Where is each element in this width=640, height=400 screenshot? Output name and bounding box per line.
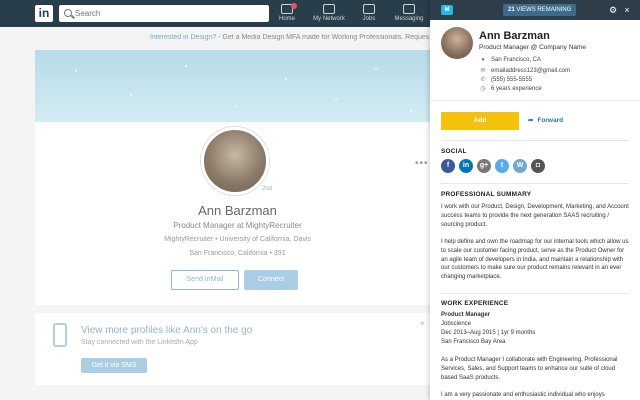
divider xyxy=(441,183,629,184)
profile-banner xyxy=(35,50,440,122)
views-remaining-badge: 21 VIEWS REMAINING xyxy=(503,4,577,16)
close-icon[interactable]: × xyxy=(420,319,425,328)
forward-arrow-icon: ➦ xyxy=(528,117,534,124)
email-text[interactable]: emailaddress123@gmail.com xyxy=(491,68,570,74)
profile-headline: Product Manager at MightyRecruiter xyxy=(173,221,302,230)
messaging-icon xyxy=(403,4,415,14)
extension-logo-icon: M xyxy=(441,5,453,15)
divider xyxy=(441,140,629,141)
add-button[interactable]: Add xyxy=(441,112,519,130)
profile-card: 2nd ••• Ann Barzman Product Manager at M… xyxy=(35,50,440,305)
contact-location: ● San Francisco, CA xyxy=(479,57,541,63)
phone-icon: ✆ xyxy=(480,77,486,83)
jobs-icon xyxy=(363,4,375,14)
job-title: Product Manager xyxy=(441,312,491,318)
work-heading: WORK EXPERIENCE xyxy=(441,300,509,307)
nav-jobs-label: Jobs xyxy=(362,16,376,22)
send-inmail-button[interactable]: Send InMail xyxy=(171,270,239,290)
app-promo-card: View more profiles like Ann's on the go … xyxy=(35,313,440,385)
app-promo-title: View more profiles like Ann's on the go xyxy=(81,325,253,336)
network-icon xyxy=(323,4,335,14)
search-input[interactable] xyxy=(75,7,260,20)
search-box[interactable] xyxy=(59,5,269,22)
summary-heading: PROFESSIONAL SUMMARY xyxy=(441,191,532,198)
location-text: San Francisco, CA xyxy=(491,57,542,63)
profile-location: San Francisco, California • 391 xyxy=(189,250,286,257)
nav-home-label: Home xyxy=(278,16,295,22)
job-company: Jobscience xyxy=(441,321,472,327)
ad-text: - Get a Media Design MFA made for Workin… xyxy=(216,34,430,41)
connect-button[interactable]: Connect xyxy=(244,270,298,290)
experience-text: 6 years experience xyxy=(491,86,542,92)
avatar xyxy=(441,27,473,59)
contact-name: Ann Barzman xyxy=(479,30,550,42)
summary-paragraph-1: I work with our Product, Design, Develop… xyxy=(441,204,629,228)
get-app-sms-button[interactable]: Get it via SMS xyxy=(81,358,147,373)
contact-phone[interactable]: ✆ (555) 555-5555 xyxy=(479,76,532,83)
contact-email[interactable]: ✉ emailaddress123@gmail.com xyxy=(479,67,570,74)
extension-panel: M 21 VIEWS REMAINING ⚙ × Ann Barzman Pro… xyxy=(430,0,640,400)
divider xyxy=(441,293,629,294)
twitter-icon[interactable]: t xyxy=(495,159,509,173)
social-heading: SOCIAL xyxy=(441,148,467,155)
clock-icon: ◷ xyxy=(480,86,486,92)
panel-top-bar: M 21 VIEWS REMAINING ⚙ × xyxy=(430,0,640,20)
profile-name: Ann Barzman xyxy=(198,203,277,218)
job-dates: Dec 2013–Aug 2015 | 1yr 9 months xyxy=(441,330,536,336)
contact-experience: ◷ 6 years experience xyxy=(479,85,542,92)
close-icon[interactable]: × xyxy=(622,4,632,16)
nav-messaging-label: Messaging xyxy=(394,16,424,22)
facebook-icon[interactable]: f xyxy=(441,159,455,173)
forward-button[interactable]: ➦ Forward xyxy=(528,112,563,130)
nav-network-label: My Network xyxy=(313,16,345,22)
phone-text[interactable]: (555) 555-5555 xyxy=(491,77,532,83)
instagram-icon[interactable]: ◘ xyxy=(531,159,545,173)
wordpress-icon[interactable]: W xyxy=(513,159,527,173)
linkedin-logo[interactable]: in xyxy=(35,5,53,22)
profile-company-school: MightyRecruiter • University of Californ… xyxy=(164,236,311,243)
contact-header: Ann Barzman Product Manager @ Company Na… xyxy=(430,20,640,101)
nav-messaging[interactable]: Messaging xyxy=(384,3,434,22)
app-promo-subtitle: Stay connected with the LinkedIn App xyxy=(81,339,198,346)
phone-icon xyxy=(53,323,67,347)
views-count: 21 xyxy=(508,7,515,13)
job-description-2: I am a very passionate and enthusiastic … xyxy=(441,392,605,398)
ad-link[interactable]: Interested in Design? xyxy=(150,34,216,41)
job-description: As a Product Manager I collaborate with … xyxy=(441,357,618,381)
connection-degree: 2nd xyxy=(262,186,273,192)
contact-title: Product Manager @ Company Name xyxy=(479,44,587,51)
summary-paragraph-2: I help define and own the roadmap for ou… xyxy=(441,239,629,281)
views-label: VIEWS REMAINING xyxy=(514,7,572,13)
job-location: San Francisco Bay Area xyxy=(441,339,506,345)
search-icon xyxy=(64,9,72,17)
forward-label: Forward xyxy=(537,117,564,124)
email-icon: ✉ xyxy=(480,68,486,74)
profile-photo[interactable] xyxy=(201,127,269,195)
ad-banner[interactable]: Interested in Design? - Get a Media Desi… xyxy=(150,34,440,41)
gear-icon[interactable]: ⚙ xyxy=(608,4,618,16)
notification-badge xyxy=(291,3,297,9)
more-options-icon[interactable]: ••• xyxy=(415,158,429,169)
location-pin-icon: ● xyxy=(481,57,485,63)
google-plus-icon[interactable]: g+ xyxy=(477,159,491,173)
linkedin-icon[interactable]: in xyxy=(459,159,473,173)
